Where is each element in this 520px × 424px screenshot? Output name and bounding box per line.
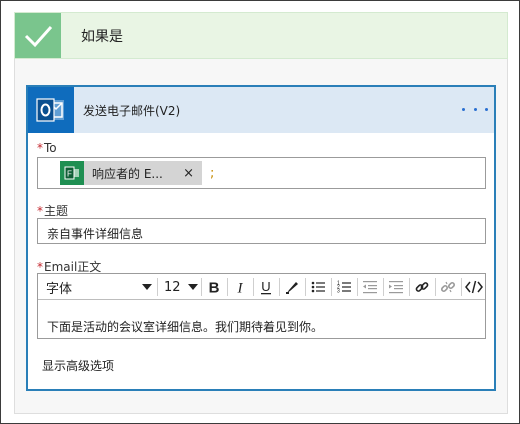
token-label: 响应者的 E...: [92, 166, 163, 181]
subject-input[interactable]: 亲自事件详细信息: [37, 218, 486, 244]
to-field[interactable]: F 响应者的 E... × ;: [37, 157, 486, 189]
chevron-down-icon: [142, 284, 152, 290]
increase-indent-icon[interactable]: [386, 277, 406, 297]
font-family-dropdown[interactable]: 字体: [46, 277, 152, 297]
checkmark-icon: [15, 13, 61, 58]
forms-icon: F: [60, 161, 84, 185]
bold-icon[interactable]: B: [204, 277, 224, 297]
email-body-editor[interactable]: 字体 12 B I U 1 2 3 下面是活动的会议室详细信息。我们期待着见到你…: [37, 273, 486, 339]
bulleted-list-icon[interactable]: [308, 277, 328, 297]
code-view-icon[interactable]: [464, 277, 484, 297]
flow-designer-frame: 如果是 发送电子邮件(V2) *To F 响应者的 E... × ; *主题 亲…: [0, 0, 520, 424]
required-asterisk: *: [37, 260, 43, 274]
font-size-dropdown[interactable]: 12: [164, 277, 198, 297]
underline-icon[interactable]: U: [256, 277, 276, 297]
remove-token-icon[interactable]: ×: [183, 166, 194, 181]
svg-text:F: F: [67, 170, 72, 179]
recipient-separator: ;: [210, 166, 215, 181]
required-asterisk: *: [37, 204, 43, 218]
subject-label: *主题: [37, 204, 69, 218]
condition-title: 如果是: [81, 29, 123, 45]
required-asterisk: *: [37, 141, 43, 155]
link-icon[interactable]: [412, 277, 432, 297]
responder-email-token[interactable]: F 响应者的 E... ×: [60, 161, 202, 185]
italic-icon[interactable]: I: [230, 277, 250, 297]
show-advanced-options-link[interactable]: 显示高级选项: [42, 357, 114, 374]
svg-text:I: I: [237, 281, 244, 296]
rich-text-toolbar: 字体 12 B I U 1 2 3: [38, 274, 485, 300]
numbered-list-icon[interactable]: 123: [334, 277, 354, 297]
to-label: *To: [37, 141, 57, 155]
decrease-indent-icon[interactable]: [360, 277, 380, 297]
subject-value: 亲自事件详细信息: [47, 227, 144, 241]
action-title: 发送电子邮件(V2): [83, 104, 181, 118]
svg-text:B: B: [209, 280, 220, 296]
unlink-icon[interactable]: [438, 277, 458, 297]
chevron-down-icon: [188, 284, 198, 290]
email-body-content: 下面是活动的会议室详细信息。我们期待着见到你。: [47, 320, 324, 334]
svg-text:U: U: [261, 279, 270, 294]
action-card-header[interactable]: 发送电子邮件(V2): [28, 87, 494, 133]
text-color-icon[interactable]: [282, 277, 302, 297]
condition-yes-header[interactable]: 如果是: [14, 12, 508, 59]
svg-text:3: 3: [337, 289, 340, 295]
outlook-icon: [28, 87, 74, 133]
send-email-action-card: 发送电子邮件(V2) *To F 响应者的 E... × ; *主题 亲自事件详…: [26, 85, 496, 391]
ellipsis-icon[interactable]: [462, 99, 488, 119]
